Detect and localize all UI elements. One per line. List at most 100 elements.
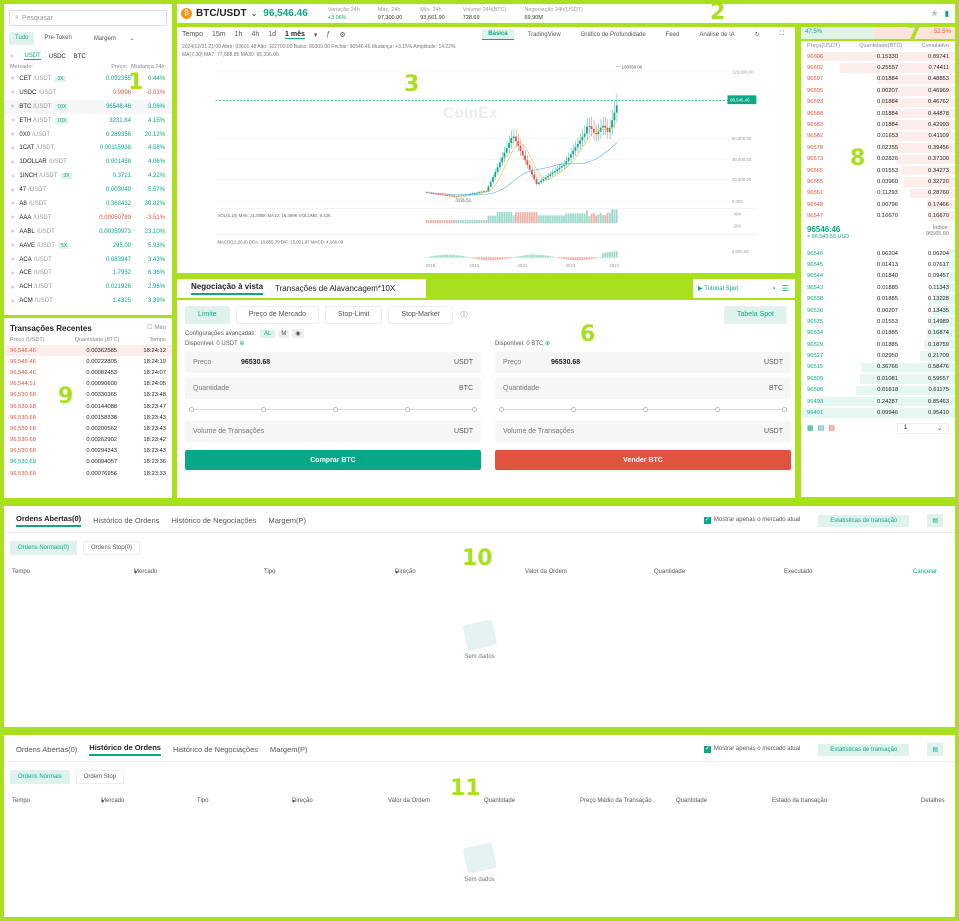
tab-open-orders[interactable]: Ordens Abertas(0) xyxy=(16,745,77,754)
order-type-stop-market[interactable]: Stop-Market xyxy=(388,306,453,324)
option-eye-icon[interactable]: ◉ xyxy=(292,329,304,338)
sell-price-field[interactable]: Preço 96530.68 USDT xyxy=(495,352,791,373)
sell-button[interactable]: Vender BTC xyxy=(495,450,791,470)
buy-price-input[interactable]: 96530.68 xyxy=(241,359,454,366)
ask-row[interactable]: 96583 0.01884 0.42993 xyxy=(801,119,955,130)
bid-row[interactable]: 96546 0.06204 0.06204 xyxy=(801,248,955,259)
ask-row[interactable]: 96551 0.11293 0.28760 xyxy=(801,188,955,199)
view-basic[interactable]: Básica xyxy=(482,29,514,40)
ask-row[interactable]: 96547 0.16670 0.16670 xyxy=(801,210,955,221)
sell-volume-field[interactable]: Volume de Transações USDT xyxy=(495,421,791,442)
order-type-limit[interactable]: Limite xyxy=(185,306,230,324)
ask-row[interactable]: 96582 0.01653 0.41109 xyxy=(801,131,955,142)
tab-margin-trading[interactable]: Transações de Alavancagem*10X xyxy=(275,284,395,293)
show-current-market-checkbox[interactable]: ✓ Mostrar apenas o mercado atual xyxy=(703,517,800,524)
chevron-down-icon[interactable]: ▾ xyxy=(314,31,318,39)
quote-tab-usdt[interactable]: USDT xyxy=(24,53,41,60)
star-icon[interactable]: ★ xyxy=(10,173,15,180)
buy-percent-slider[interactable] xyxy=(189,405,477,415)
star-icon[interactable]: ★ xyxy=(10,228,15,235)
view-tradingview[interactable]: TradingView xyxy=(522,30,567,40)
quote-tab-btc[interactable]: BTC xyxy=(74,54,86,60)
view-depth[interactable]: Gráfico de Profundidade xyxy=(575,30,652,40)
feed-link[interactable]: Feed xyxy=(660,30,686,40)
col-market[interactable]: Mercado ▾ xyxy=(134,569,157,576)
star-icon[interactable]: ★ xyxy=(10,89,15,96)
market-row[interactable]: ★ CET/USDT 3X 0.092355 0.44% xyxy=(4,72,172,86)
ask-row[interactable]: 96565 0.01553 0.34273 xyxy=(801,165,955,176)
indicator-icon[interactable]: ƒ xyxy=(326,31,330,38)
search-input[interactable]: Pesquisar xyxy=(22,15,53,22)
bid-row[interactable]: 96538 0.01885 0.13228 xyxy=(801,293,955,304)
market-row[interactable]: ★ 47/USDT 0.003049 5.57% xyxy=(4,183,172,197)
ob-view-asks-icon[interactable]: ▤ xyxy=(828,424,835,432)
ob-view-bids-icon[interactable]: ▤ xyxy=(818,424,825,432)
market-row[interactable]: ★ USDC/USDT 0.9996 -0.01% xyxy=(4,86,172,100)
ask-row[interactable]: 96593 0.01884 0.46762 xyxy=(801,97,955,108)
tab-1h[interactable]: 1h xyxy=(235,31,243,38)
candlestick-chart[interactable]: CoinEx 120,000.00 60,000.00 40,000.00 20,000… xyxy=(177,63,795,273)
buy-qty-field[interactable]: Quantidade BTC xyxy=(185,378,481,399)
star-icon[interactable]: ★ xyxy=(10,284,15,291)
col-price[interactable]: Preço: xyxy=(111,64,127,70)
market-row[interactable]: ★ ACA/USDT 0.083947 3.43% xyxy=(4,253,172,267)
show-current-market-checkbox[interactable]: ✓ Mostrar apenas o mercado atual xyxy=(703,746,800,753)
market-row[interactable]: ★ 1DOLLAR/USDT 0.001458 4.06% xyxy=(4,155,172,169)
info-icon[interactable]: ⓘ xyxy=(459,306,470,324)
bid-row[interactable]: 96545 0.01413 0.07617 xyxy=(801,259,955,270)
bid-row[interactable]: 96515 0.36766 0.58476 xyxy=(801,362,955,373)
tab-1d[interactable]: 1d xyxy=(268,31,276,38)
transaction-stats-button[interactable]: Estatísticas de transação xyxy=(818,743,910,756)
market-row[interactable]: ★ ACM/USDT 1.4325 3.39% xyxy=(4,294,172,308)
tab-margin[interactable]: Margem(P) xyxy=(268,516,306,525)
buy-volume-field[interactable]: Volume de Transações USDT xyxy=(185,421,481,442)
document-icon[interactable]: ▮ xyxy=(945,9,949,18)
refresh-icon[interactable]: ↻ xyxy=(749,29,766,40)
star-icon[interactable]: ★ xyxy=(10,298,15,305)
bid-row[interactable]: 96534 0.01885 0.16874 xyxy=(801,328,955,339)
sell-percent-slider[interactable] xyxy=(499,405,787,415)
col-market[interactable]: Mercado ▾ xyxy=(101,798,124,805)
cancel-all-link[interactable]: Cancelar xyxy=(913,569,937,575)
order-type-stop-limit[interactable]: Stop-Limit xyxy=(324,306,383,324)
option-m-icon[interactable]: M xyxy=(278,329,290,338)
star-icon[interactable]: ★ xyxy=(10,159,15,166)
tab-order-history[interactable]: Histórico de Ordens xyxy=(93,516,159,525)
ask-row[interactable]: 96606 0.15330 0.89741 xyxy=(801,51,955,62)
market-row[interactable]: ★ AAA/USDT 0.00050789 -3.51% xyxy=(4,211,172,225)
list-icon[interactable]: ☰ xyxy=(782,284,789,293)
tab-1-month[interactable]: 1 mês xyxy=(285,31,305,39)
market-row[interactable]: ★ A8/USDT 0.368432 30.82% xyxy=(4,197,172,211)
ask-row[interactable]: 96588 0.01884 0.44878 xyxy=(801,108,955,119)
star-icon[interactable]: ★ xyxy=(10,187,15,194)
subtab-stop-orders[interactable]: Ordens Stop(0) xyxy=(83,541,141,555)
spot-table-button[interactable]: Tabela Spot xyxy=(724,306,787,324)
tab-spot-trading[interactable]: Negociação à vista xyxy=(191,282,264,295)
bid-row[interactable]: 96536 0.00207 0.13435 xyxy=(801,305,955,316)
star-icon[interactable]: ★ xyxy=(10,131,15,138)
sell-qty-field[interactable]: Quantidade BTC xyxy=(495,378,791,399)
tab-open-orders[interactable]: Ordens Abertas(0) xyxy=(16,514,82,527)
subtab-normal-orders[interactable]: Ordens Normais(0) xyxy=(10,541,78,555)
ask-row[interactable]: 96602 0.25557 0.74411 xyxy=(801,62,955,73)
filter-pre-token[interactable]: Pre-Token xyxy=(38,32,77,45)
star-icon[interactable]: ★ xyxy=(10,75,15,82)
market-row[interactable]: ★ BTC/USDT 10X 96546.46 3.06% xyxy=(4,99,172,114)
market-row[interactable]: ★ 0X0/USDT 0.289356 20.12% xyxy=(4,128,172,142)
filter-margin[interactable]: Margem ⌄ xyxy=(82,32,147,45)
col-market[interactable]: Mercado: xyxy=(10,64,33,70)
subtab-normal-orders[interactable]: Ordens Normais xyxy=(10,770,70,784)
advanced-settings-select[interactable]: AL xyxy=(260,329,276,338)
ai-analysis-link[interactable]: Análise de IA xyxy=(693,30,740,40)
buy-button[interactable]: Comprar BTC xyxy=(185,450,481,470)
market-row[interactable]: ★ 1CAT/USDT 0.00115938 4.58% xyxy=(4,141,172,155)
bid-row[interactable]: 96527 0.02950 0.21709 xyxy=(801,350,955,361)
buy-price-field[interactable]: Preço 96530.68 USDT xyxy=(185,352,481,373)
export-icon[interactable]: ▤ xyxy=(927,514,943,527)
settings-icon[interactable]: ⚙ xyxy=(339,31,345,39)
transaction-stats-button[interactable]: Estatísticas de transação xyxy=(818,514,910,527)
ob-view-both-icon[interactable]: ▦ xyxy=(807,424,814,432)
market-row[interactable]: ★ 1INCH/USDT 3X 0.3721 4.22% xyxy=(4,169,172,183)
star-icon[interactable]: ★ xyxy=(10,200,15,207)
tab-15m[interactable]: 15m xyxy=(212,31,226,38)
